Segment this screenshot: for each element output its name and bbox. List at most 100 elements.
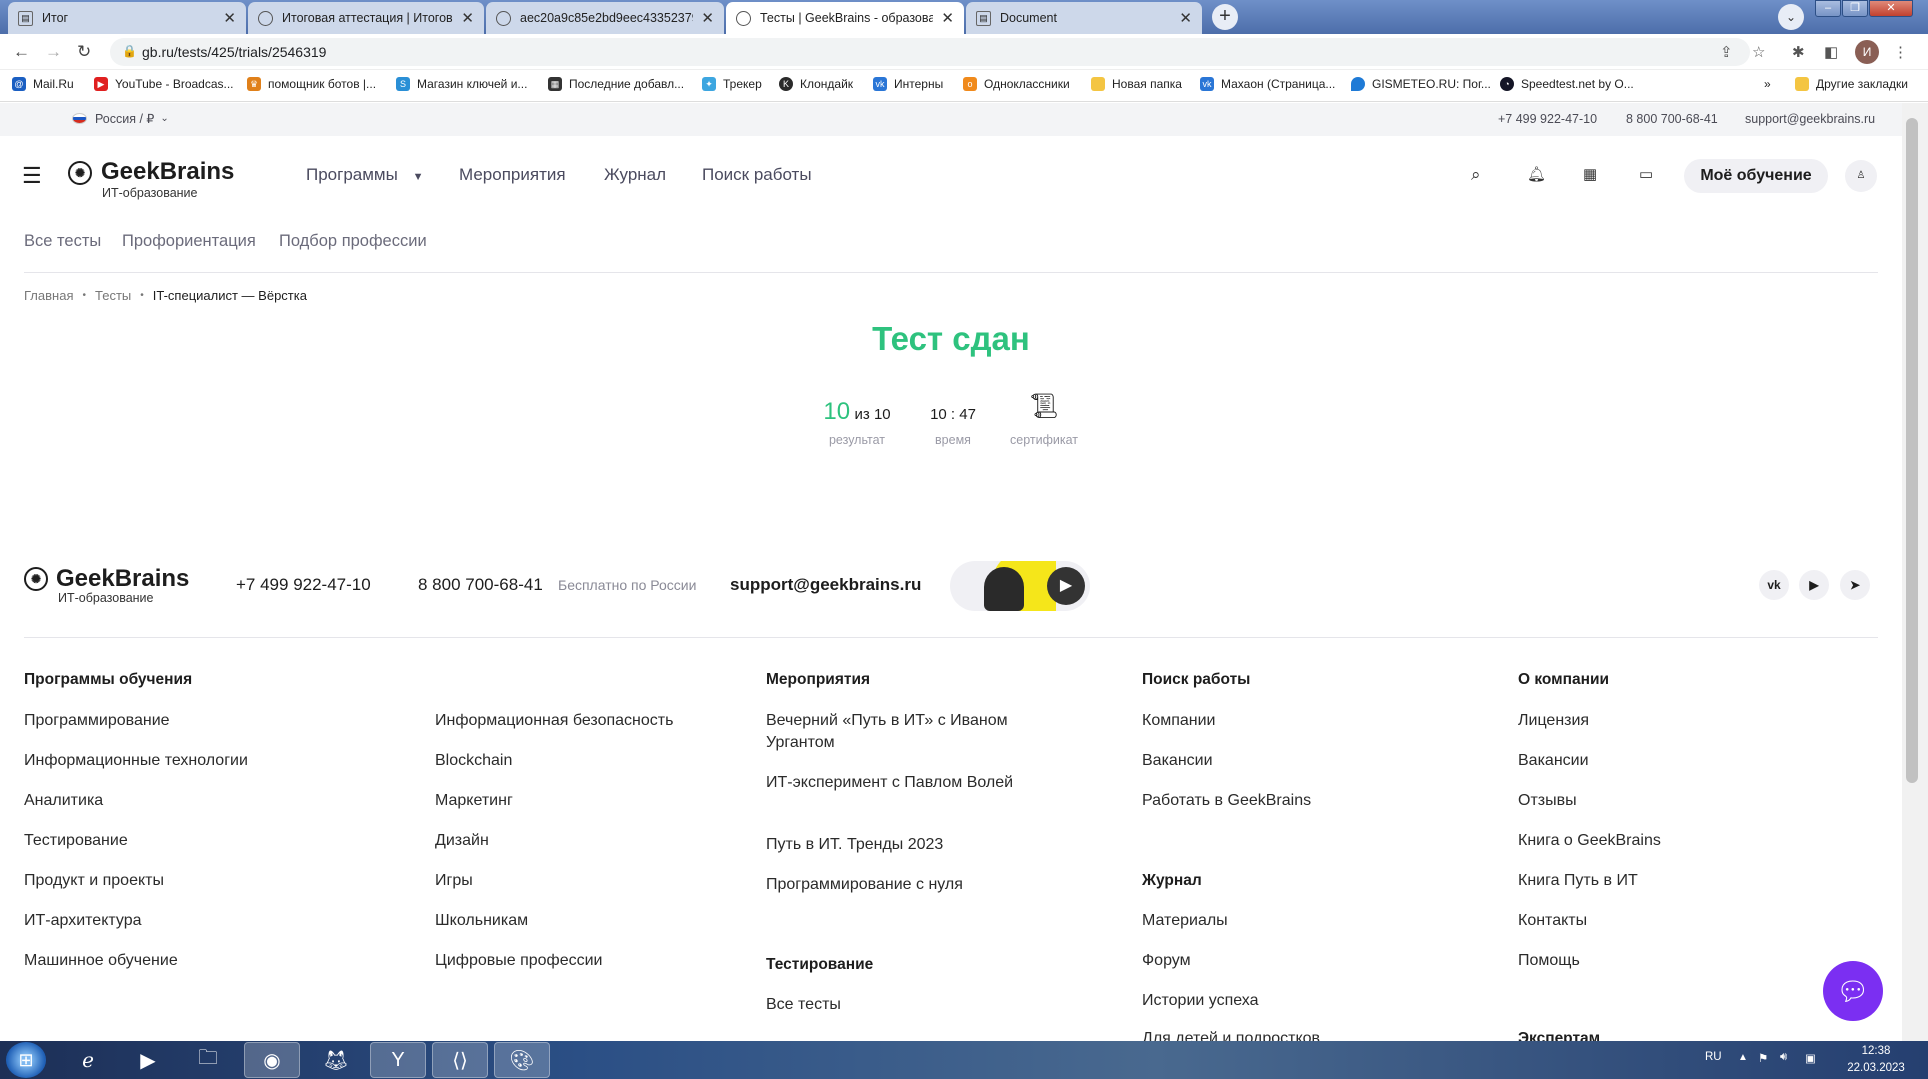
footer-link[interactable]: Форум xyxy=(1142,950,1191,972)
footer-link[interactable]: Истории успеха xyxy=(1142,990,1259,1012)
calendar-icon[interactable]: ▦ xyxy=(1583,165,1597,183)
footer-link[interactable]: Blockchain xyxy=(435,750,512,772)
share-icon[interactable]: ⇪ xyxy=(1720,43,1733,61)
language-indicator[interactable]: RU xyxy=(1705,1051,1722,1063)
footer-link[interactable]: Работать в GeekBrains xyxy=(1142,790,1311,812)
browser-tab[interactable]: aec20a9c85e2bd9eec43352379b ✕ xyxy=(486,2,724,34)
media-player-icon[interactable]: ▶ xyxy=(120,1042,176,1078)
extensions-icon[interactable]: ✱ xyxy=(1792,43,1805,61)
browser-tab[interactable]: ▤ Итог ✕ xyxy=(8,2,246,34)
bookmark-item[interactable]: ▶ YouTube - Broadcas... xyxy=(94,77,234,91)
forward-icon[interactable]: → xyxy=(45,42,62,62)
footer-link[interactable]: Книга Путь в ИТ xyxy=(1518,870,1638,892)
footer-phone-1[interactable]: +7 499 922-47-10 xyxy=(236,575,371,595)
close-tab-icon[interactable]: ✕ xyxy=(223,9,236,27)
footer-link[interactable]: Аналитика xyxy=(24,790,103,812)
bookmark-item[interactable]: K Клондайк xyxy=(779,77,853,91)
certificate-label[interactable]: сертификат xyxy=(1004,433,1084,447)
tray-expand-icon[interactable]: ▲ xyxy=(1738,1052,1748,1063)
footer-email[interactable]: support@geekbrains.ru xyxy=(730,575,921,595)
footer-link[interactable]: Контакты xyxy=(1518,910,1587,932)
bookmark-item[interactable]: ◔ Speedtest.net by O... xyxy=(1500,77,1634,91)
browser-tab[interactable]: Итоговая аттестация | Итоговая ✕ xyxy=(248,2,484,34)
internet-explorer-icon[interactable]: ℯ xyxy=(60,1042,116,1078)
footer-link[interactable]: Тестирование xyxy=(24,830,128,852)
address-bar[interactable]: 🔒 gb.ru/tests/425/trials/2546319 xyxy=(110,38,1750,66)
yandex-browser-icon[interactable]: Y xyxy=(370,1042,426,1078)
action-center-flag-icon[interactable]: ⚑ xyxy=(1758,1051,1768,1065)
nav-journal[interactable]: Журнал xyxy=(604,165,666,185)
close-tab-icon[interactable]: ✕ xyxy=(941,9,954,27)
bookmark-star-icon[interactable]: ☆ xyxy=(1752,43,1765,61)
chrome-icon[interactable]: ◉ xyxy=(244,1042,300,1078)
close-window-icon[interactable]: ✕ xyxy=(1869,0,1913,17)
footer-link[interactable]: Путь в ИТ. Тренды 2023 xyxy=(766,834,943,856)
telegram-icon[interactable]: ➤ xyxy=(1840,570,1870,600)
video-banner[interactable]: ▶ xyxy=(950,561,1090,611)
paint-icon[interactable]: 🎨︎ xyxy=(494,1042,550,1078)
site-logo[interactable]: ✺ xyxy=(68,161,92,185)
footer-link[interactable]: Программирование xyxy=(24,710,170,732)
region-selector[interactable]: Россия / ₽ ⌄ xyxy=(72,111,169,126)
footer-link[interactable]: Отзывы xyxy=(1518,790,1577,812)
breadcrumb-tests[interactable]: Тесты xyxy=(95,288,131,303)
bookmark-item[interactable]: ✦ Трекер xyxy=(702,77,762,91)
network-icon[interactable]: ▣ xyxy=(1805,1051,1816,1065)
tab-search-icon[interactable]: ⌄ xyxy=(1778,4,1804,30)
bookmark-item[interactable]: vk Интерны xyxy=(873,77,943,91)
footer-link[interactable]: Игры xyxy=(435,870,473,892)
footer-link[interactable]: Цифровые профессии xyxy=(435,950,602,972)
footer-link[interactable]: ИТ-архитектура xyxy=(24,910,142,932)
menu-kebab-icon[interactable]: ⋮ xyxy=(1893,43,1908,61)
other-bookmarks[interactable]: Другие закладки xyxy=(1795,77,1908,91)
footer-link[interactable]: Программирование с нуля xyxy=(766,874,963,896)
browser-tab-active[interactable]: Тесты | GeekBrains - образовате ✕ xyxy=(726,2,964,34)
certificate-icon[interactable]: 📜︎ xyxy=(1004,392,1084,421)
footer-link[interactable]: Машинное обучение xyxy=(24,950,178,972)
user-icon[interactable]: ♙ xyxy=(1845,160,1877,192)
bell-icon[interactable]: 🔔︎ xyxy=(1527,165,1546,183)
footer-link[interactable]: Продукт и проекты xyxy=(24,870,164,892)
bookmark-item[interactable]: S Магазин ключей и... xyxy=(396,77,527,91)
footer-link[interactable]: Маркетинг xyxy=(435,790,513,812)
subnav-profession-pick[interactable]: Подбор профессии xyxy=(279,232,427,251)
footer-link[interactable]: Компании xyxy=(1142,710,1216,732)
footer-link[interactable]: Лицензия xyxy=(1518,710,1589,732)
footer-link[interactable]: Все тесты xyxy=(766,994,841,1016)
footer-link[interactable]: Материалы xyxy=(1142,910,1228,932)
reload-icon[interactable]: ↻ xyxy=(77,42,91,62)
close-tab-icon[interactable]: ✕ xyxy=(701,9,714,27)
browser-tab[interactable]: ▤ Document ✕ xyxy=(966,2,1202,34)
new-tab-button[interactable]: + xyxy=(1212,4,1238,30)
footer-link[interactable]: Помощь xyxy=(1518,950,1580,972)
minimize-icon[interactable]: – xyxy=(1815,0,1841,17)
play-icon[interactable]: ▶ xyxy=(1047,567,1085,605)
footer-phone-2[interactable]: 8 800 700-68-41 xyxy=(418,575,543,595)
footer-logo[interactable]: ✺ xyxy=(24,567,48,591)
profile-avatar[interactable]: И xyxy=(1855,40,1879,64)
scrollbar-thumb[interactable] xyxy=(1906,118,1918,783)
vscode-icon[interactable]: ⟨⟩ xyxy=(432,1042,488,1078)
footer-link[interactable]: Вакансии xyxy=(1142,750,1213,772)
messages-icon[interactable]: ▭ xyxy=(1639,165,1653,183)
clock-time[interactable]: 12:38 xyxy=(1846,1045,1906,1057)
youtube-icon[interactable]: ▶ xyxy=(1799,570,1829,600)
footer-link[interactable]: ИТ-эксперимент с Павлом Волей xyxy=(766,772,1026,794)
footer-link[interactable]: Информационные технологии xyxy=(24,750,248,772)
my-learning-button[interactable]: Моё обучение xyxy=(1684,159,1828,193)
start-button-icon[interactable]: ⊞ xyxy=(6,1042,46,1078)
breadcrumb-home[interactable]: Главная xyxy=(24,288,73,303)
nav-events[interactable]: Мероприятия xyxy=(459,165,566,185)
clock-date[interactable]: 22.03.2023 xyxy=(1836,1062,1916,1074)
hamburger-menu-icon[interactable]: ☰ xyxy=(22,165,42,187)
close-tab-icon[interactable]: ✕ xyxy=(461,9,474,27)
footer-link[interactable]: Вакансии xyxy=(1518,750,1589,772)
bookmark-item[interactable]: о Одноклассники xyxy=(963,77,1070,91)
bookmark-item[interactable]: GISMETEO.RU: Пог... xyxy=(1351,77,1491,91)
footer-link[interactable]: Книга о GeekBrains xyxy=(1518,830,1661,852)
nav-programs[interactable]: Программы ▼ xyxy=(306,165,423,185)
top-phone-1[interactable]: +7 499 922-47-10 xyxy=(1498,112,1597,126)
nav-jobs[interactable]: Поиск работы xyxy=(702,165,812,185)
subnav-career-guidance[interactable]: Профориентация xyxy=(122,232,256,251)
bookmark-item[interactable]: ▦ Последние добавл... xyxy=(548,77,684,91)
